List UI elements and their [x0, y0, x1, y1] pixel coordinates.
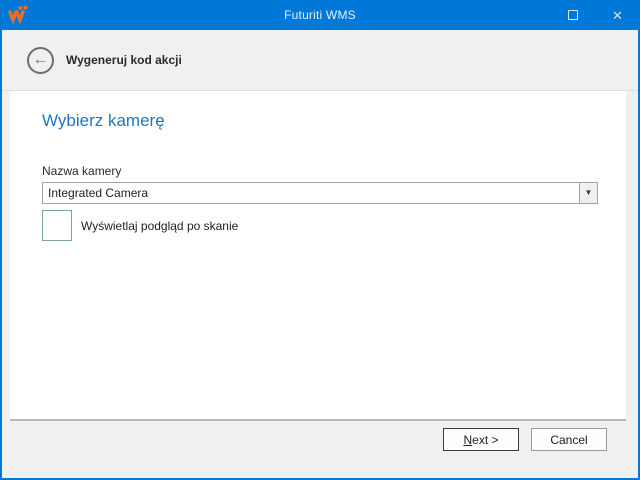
app-window: Futuriti WMS ✕ ← Wygeneruj kod akcji Wyb… [0, 0, 640, 480]
back-button[interactable]: ← [27, 47, 54, 74]
next-button-label: ext > [472, 433, 498, 447]
chevron-down-icon: ▼ [585, 189, 593, 197]
camera-select[interactable]: Integrated Camera ▼ [42, 182, 598, 204]
futuriti-logo-icon [7, 4, 29, 24]
next-button-mnemonic: N [463, 433, 472, 447]
wizard-header: ← Wygeneruj kod akcji [2, 30, 638, 91]
preview-checkbox-label: Wyświetlaj podgląd po skanie [81, 219, 238, 233]
close-icon: ✕ [612, 9, 623, 22]
window-controls: ✕ [550, 0, 640, 30]
titlebar: Futuriti WMS ✕ [0, 0, 640, 30]
camera-name-label: Nazwa kamery [42, 164, 598, 178]
back-arrow-icon: ← [33, 52, 49, 68]
maximize-button[interactable] [550, 0, 595, 30]
preview-option-row: Wyświetlaj podgląd po skanie [42, 210, 598, 241]
window-title: Futuriti WMS [284, 8, 356, 22]
cancel-button[interactable]: Cancel [531, 428, 607, 451]
camera-select-dropdown-button[interactable]: ▼ [579, 183, 597, 203]
close-button[interactable]: ✕ [595, 0, 640, 30]
maximize-icon [568, 10, 578, 20]
section-heading: Wybierz kamerę [42, 111, 598, 131]
preview-checkbox[interactable] [42, 210, 72, 241]
page-title: Wygeneruj kod akcji [66, 53, 182, 67]
footer: Next > Cancel [2, 421, 638, 478]
next-button[interactable]: Next > [443, 428, 519, 451]
content-panel: Wybierz kamerę Nazwa kamery Integrated C… [10, 91, 626, 421]
camera-select-value: Integrated Camera [43, 183, 579, 203]
